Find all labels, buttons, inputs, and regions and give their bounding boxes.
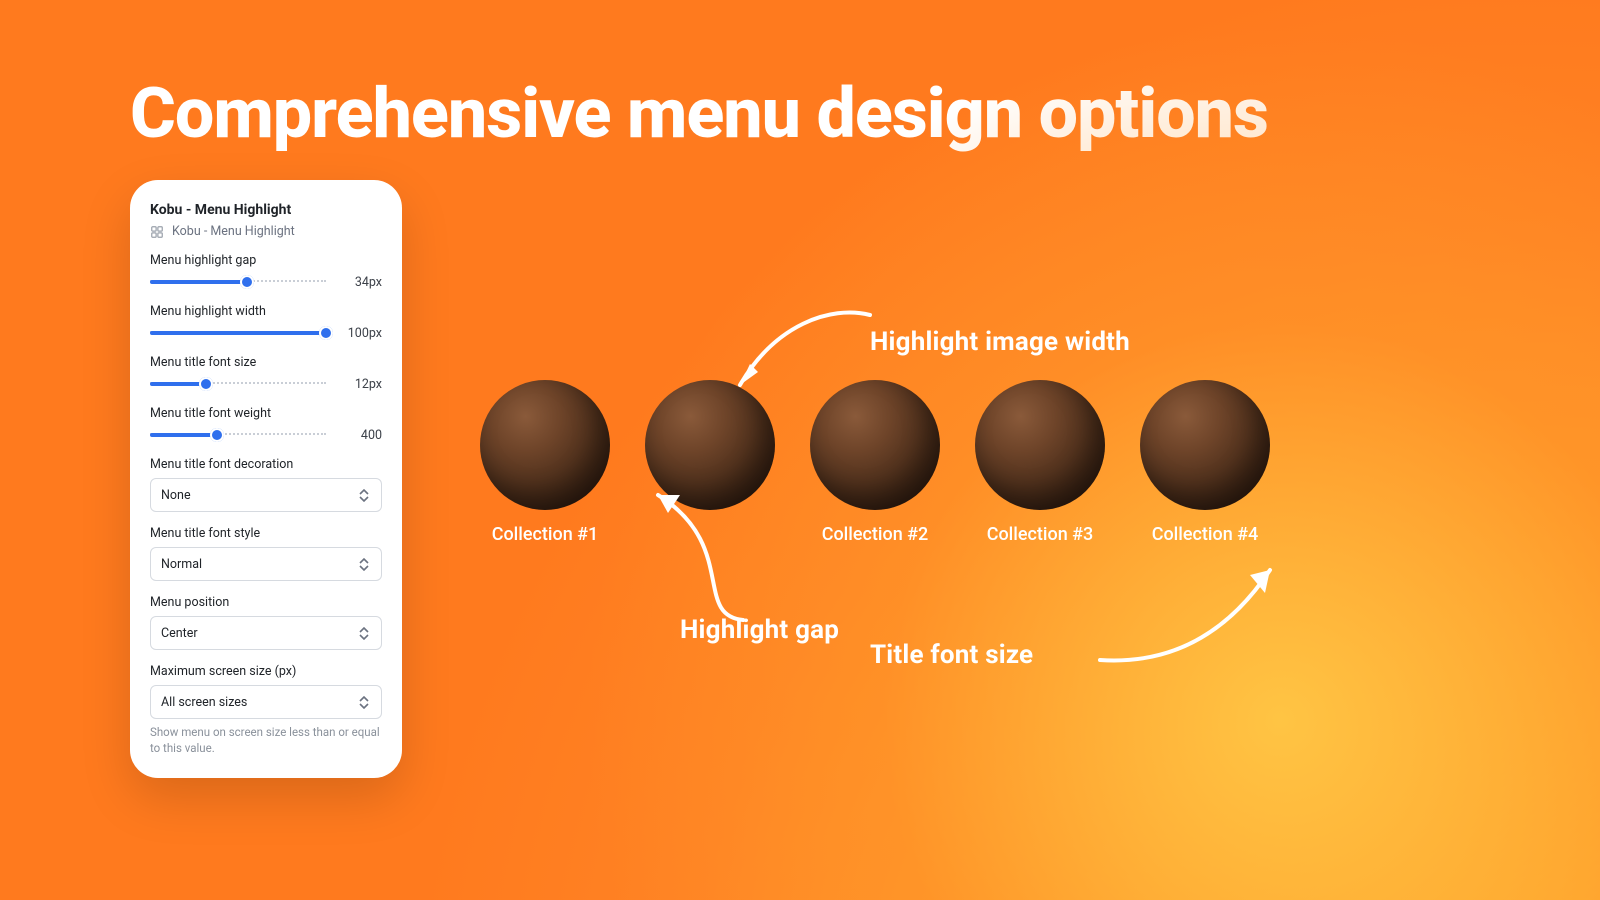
preview-caption: Collection #1: [492, 524, 599, 545]
updown-icon: [359, 557, 373, 571]
preview-item[interactable]: Collection #4: [1140, 380, 1270, 545]
select-menu-title-font-decoration[interactable]: None: [150, 478, 382, 512]
select-menu-title-font-style[interactable]: Normal: [150, 547, 382, 581]
slider-menu-title-font-size[interactable]: [150, 376, 326, 392]
slider-value: 400: [336, 428, 382, 443]
preview-item[interactable]: Collection #3: [975, 380, 1105, 545]
arrow-icon: [638, 475, 788, 629]
select-maximum-screen-size[interactable]: All screen sizes: [150, 685, 382, 719]
preview-caption: Collection #2: [822, 524, 929, 545]
preview-image: [480, 380, 610, 510]
field-menu-title-font-decoration: Menu title font decoration None: [150, 457, 382, 512]
select-value: None: [161, 488, 191, 503]
label: Menu highlight width: [150, 304, 382, 319]
label: Menu title font decoration: [150, 457, 382, 472]
slider-value: 12px: [336, 377, 382, 392]
updown-icon: [359, 695, 373, 709]
field-menu-title-font-size: Menu title font size 12px: [150, 355, 382, 392]
section-icon: [150, 225, 164, 239]
label: Menu highlight gap: [150, 253, 382, 268]
label: Menu title font size: [150, 355, 382, 370]
arrow-icon: [1095, 545, 1295, 679]
panel-breadcrumb-label: Kobu - Menu Highlight: [172, 224, 295, 239]
field-menu-title-font-weight: Menu title font weight 400: [150, 406, 382, 443]
preview-image: [1140, 380, 1270, 510]
slider-menu-highlight-width[interactable]: [150, 325, 326, 341]
field-menu-position: Menu position Center: [150, 595, 382, 650]
preview-image: [975, 380, 1105, 510]
slide-headline: Comprehensive menu design options: [130, 78, 1268, 152]
preview-item[interactable]: Collection #1: [480, 380, 610, 545]
slider-menu-title-font-weight[interactable]: [150, 427, 326, 443]
help-text: Show menu on screen size less than or eq…: [150, 725, 382, 756]
label: Maximum screen size (px): [150, 664, 382, 679]
panel-breadcrumb[interactable]: Kobu - Menu Highlight: [150, 224, 382, 239]
select-value: Normal: [161, 557, 202, 572]
marketing-slide: Comprehensive menu design options Kobu -…: [0, 0, 1600, 900]
preview-caption: Collection #3: [987, 524, 1094, 545]
slider-value: 100px: [336, 326, 382, 341]
field-maximum-screen-size: Maximum screen size (px) All screen size…: [150, 664, 382, 756]
preview-caption: Collection #4: [1152, 524, 1259, 545]
settings-panel: Kobu - Menu Highlight Kobu - Menu Highli…: [130, 180, 402, 778]
label: Menu position: [150, 595, 382, 610]
slider-menu-highlight-gap[interactable]: [150, 274, 326, 290]
select-value: All screen sizes: [161, 695, 247, 710]
select-menu-position[interactable]: Center: [150, 616, 382, 650]
label: Menu title font style: [150, 526, 382, 541]
label: Menu title font weight: [150, 406, 382, 421]
updown-icon: [359, 626, 373, 640]
updown-icon: [359, 488, 373, 502]
anno-title-font-size: Title font size: [870, 640, 1033, 670]
arrow-icon: [720, 300, 880, 414]
select-value: Center: [161, 626, 198, 641]
anno-highlight-width: Highlight image width: [870, 327, 1130, 357]
panel-title: Kobu - Menu Highlight: [150, 202, 382, 218]
field-menu-highlight-width: Menu highlight width 100px: [150, 304, 382, 341]
field-menu-highlight-gap: Menu highlight gap 34px: [150, 253, 382, 290]
field-menu-title-font-style: Menu title font style Normal: [150, 526, 382, 581]
slider-value: 34px: [336, 275, 382, 290]
